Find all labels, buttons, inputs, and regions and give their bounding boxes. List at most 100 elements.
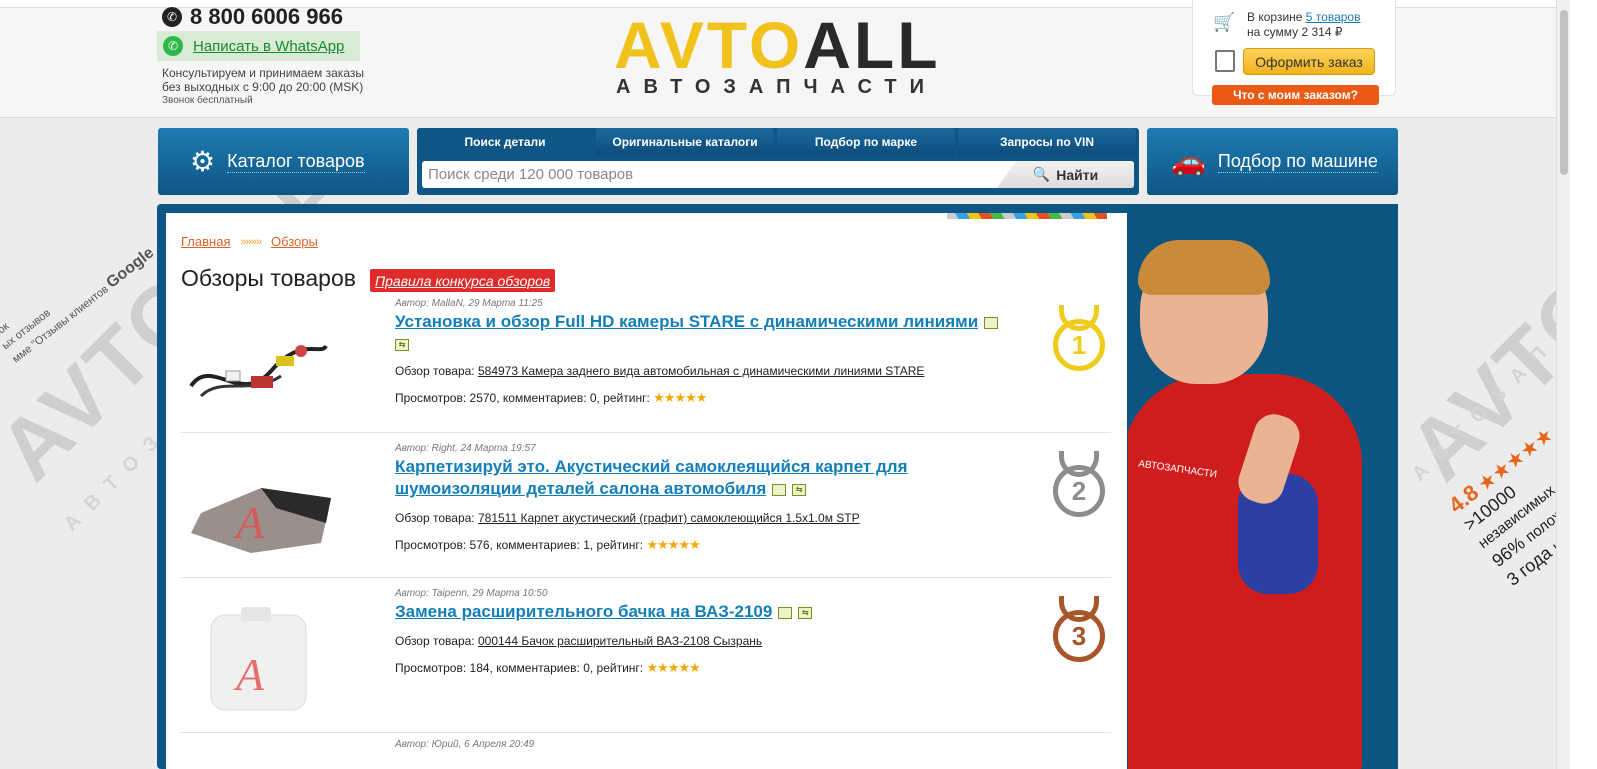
svg-text:A: A — [233, 649, 265, 700]
review-stats-text: Просмотров: 2570, комментариев: 0, рейти… — [395, 391, 650, 405]
review-item: A Автор: Right, 24 Марта 19:57 Карпетизи… — [181, 443, 1111, 578]
rating-stars: ★★★★★ — [646, 537, 700, 552]
review-title[interactable]: Замена расширительного бачка на ВАЗ-2109… — [395, 601, 1015, 623]
review-title-text: Замена расширительного бачка на ВАЗ-2109 — [395, 602, 773, 621]
breadcrumb-reviews[interactable]: Обзоры — [271, 234, 318, 249]
logo-all: ALL — [803, 8, 941, 82]
review-product-link[interactable]: 000144 Бачок расширительный ВАЗ-2108 Сыз… — [478, 634, 762, 648]
review-product: Обзор товара: 584973 Камера заднего вида… — [395, 364, 924, 378]
review-title-text: Установка и обзор Full HD камеры STARE с… — [395, 312, 979, 331]
photo-icon — [772, 483, 787, 496]
medal-third-icon: 3 — [1051, 596, 1107, 664]
logo-avto: AVTO — [614, 8, 804, 82]
phone-text: 8 800 6006 966 — [190, 4, 343, 29]
order-status-button[interactable]: Что с моим заказом? — [1212, 85, 1379, 105]
decor-stripes — [947, 213, 1107, 219]
right-edge — [1570, 0, 1597, 769]
car-selection-label: Подбор по машине — [1217, 150, 1378, 173]
review-title[interactable]: Карпетизируй это. Акустический самоклеящ… — [395, 456, 1015, 500]
catalog-button[interactable]: ⚙ Каталог товаров — [158, 128, 409, 195]
site-header: ✆ 8 800 6006 966 ✆ Написать в WhatsApp К… — [0, 0, 1556, 118]
cart-widget: 🛒 В корзине 5 товаров на сумму 2 314 ₽ О… — [1192, 0, 1396, 96]
tab-original-catalogs[interactable]: Оригинальные каталоги — [596, 128, 774, 155]
car-selection-button[interactable]: 🚗 Подбор по машине — [1147, 128, 1398, 195]
review-stats: Просмотров: 2570, комментариев: 0, рейти… — [395, 390, 707, 406]
search-panel: Поиск детали Оригинальные каталоги Подбо… — [417, 128, 1139, 195]
review-author: Автор: MallaN, 29 Марта 11:25 — [395, 298, 543, 309]
search-button[interactable]: 🔍 Найти — [997, 161, 1134, 188]
photo-icon — [778, 606, 793, 619]
whatsapp-icon: ✆ — [163, 36, 183, 56]
cart-prefix: В корзине — [1247, 10, 1303, 24]
scrollbar-thumb[interactable] — [1560, 10, 1568, 175]
cart-sum: на сумму 2 314 ₽ — [1247, 25, 1343, 39]
cart-summary: В корзине 5 товаров на сумму 2 314 ₽ — [1247, 10, 1360, 40]
medal-number: 3 — [1053, 610, 1105, 662]
review-thumbnail-camera[interactable] — [181, 316, 341, 426]
review-stats-text: Просмотров: 576, комментариев: 1, рейтин… — [395, 538, 644, 552]
logo-subtitle: АВТОЗАПЧАСТИ — [616, 76, 938, 98]
breadcrumb: Главная »»»» Обзоры — [181, 234, 318, 249]
medal-number: 2 — [1053, 465, 1105, 517]
whatsapp-link[interactable]: Написать в WhatsApp — [193, 38, 344, 55]
review-thumbnail-tank[interactable]: A — [181, 600, 341, 720]
tab-vin-requests[interactable]: Запросы по VIN — [958, 128, 1136, 155]
search-button-label: Найти — [1056, 166, 1099, 183]
rating-stars: ★★★★★ — [646, 660, 700, 675]
review-stats: Просмотров: 184, комментариев: 0, рейтин… — [395, 660, 701, 676]
tab-by-brand[interactable]: Подбор по марке — [777, 128, 955, 155]
whatsapp-button[interactable]: ✆ Написать в WhatsApp — [157, 31, 360, 61]
review-product: Обзор товара: 781511 Карпет акустический… — [395, 511, 860, 525]
checkout-button[interactable]: Оформить заказ — [1243, 48, 1375, 75]
breadcrumb-separator: »»»» — [240, 235, 262, 248]
tab-part-search[interactable]: Поиск детали — [417, 128, 593, 155]
cart-add-icon[interactable]: ⇆ — [395, 338, 409, 351]
google-reviews-badge[interactable]: нок ых отзывов мме "Отзывы клиентов Goog… — [0, 221, 158, 367]
page-scrollbar[interactable] — [1556, 0, 1570, 769]
cart-add-icon[interactable]: ⇆ — [798, 606, 813, 619]
review-product-link[interactable]: 781511 Карпет акустический (графит) само… — [478, 511, 860, 525]
review-stats-text: Просмотров: 184, комментариев: 0, рейтин… — [395, 661, 644, 675]
review-product-prefix: Обзор товара: — [395, 364, 475, 378]
piston-icon: ⚙ — [190, 146, 216, 177]
search-icon: 🔍 — [1032, 166, 1051, 182]
phone-icon: ✆ — [162, 7, 182, 27]
breadcrumb-home[interactable]: Главная — [181, 234, 230, 249]
review-author: Автор: Right, 24 Марта 19:57 — [395, 443, 536, 454]
rating-stars: ★★★★★ — [653, 390, 707, 405]
review-author: Автор: Юрий, 6 Апреля 20:49 — [395, 739, 535, 750]
review-title[interactable]: Установка и обзор Full HD камеры STARE с… — [395, 311, 1015, 355]
medal-first-icon: 1 — [1051, 305, 1107, 373]
cart-icon[interactable]: 🛒 — [1213, 12, 1235, 33]
reviews-content: Главная »»»» Обзоры Обзоры товаров Прави… — [166, 213, 1127, 769]
catalog-label: Каталог товаров — [227, 150, 365, 173]
page-title: Обзоры товаров — [181, 265, 356, 291]
review-thumbnail-carpet[interactable]: A — [181, 453, 341, 563]
cart-items-link[interactable]: 5 товаров — [1306, 10, 1361, 24]
search-tabs: Поиск детали Оригинальные каталоги Подбо… — [417, 128, 1136, 155]
promo-person-hair — [1138, 240, 1270, 295]
consult-line: без выходных с 9:00 до 20:00 (MSK) — [162, 80, 364, 94]
site-logo[interactable]: AVTOALL АВТОЗАПЧАСТИ — [614, 12, 944, 99]
review-item: A Автор: Taipenn, 29 Марта 10:50 Замена … — [181, 588, 1111, 733]
review-product: Обзор товара: 000144 Бачок расширительны… — [395, 634, 762, 648]
consult-line: Консультируем и принимаем заказы — [162, 66, 364, 80]
review-product-link[interactable]: 584973 Камера заднего вида автомобильная… — [478, 364, 924, 378]
photo-icon — [984, 316, 999, 329]
svg-text:A: A — [233, 497, 265, 548]
promo-banner[interactable]: АВТОЗАПЧАСТИ — [1128, 204, 1398, 769]
review-item: Автор: MallaN, 29 Марта 11:25 Установка … — [181, 298, 1111, 433]
review-product-prefix: Обзор товара: — [395, 634, 475, 648]
medal-number: 1 — [1053, 319, 1105, 371]
medal-second-icon: 2 — [1051, 451, 1107, 519]
review-title-text: Карпетизируй это. Акустический самоклеящ… — [395, 457, 908, 498]
consult-info: Консультируем и принимаем заказы без вых… — [162, 66, 364, 108]
google-reviews-line: ых отзывов — [0, 306, 53, 353]
car-icon: 🚗 — [1171, 146, 1206, 177]
contest-rules-link[interactable]: Правила конкурса обзоров — [370, 269, 556, 292]
review-item: Автор: Юрий, 6 Апреля 20:49 — [181, 739, 1111, 769]
cart-add-icon[interactable]: ⇆ — [792, 483, 807, 496]
review-product-prefix: Обзор товара: — [395, 511, 475, 525]
review-author: Автор: Taipenn, 29 Марта 10:50 — [395, 588, 548, 599]
phone-number[interactable]: ✆ 8 800 6006 966 — [162, 4, 343, 30]
